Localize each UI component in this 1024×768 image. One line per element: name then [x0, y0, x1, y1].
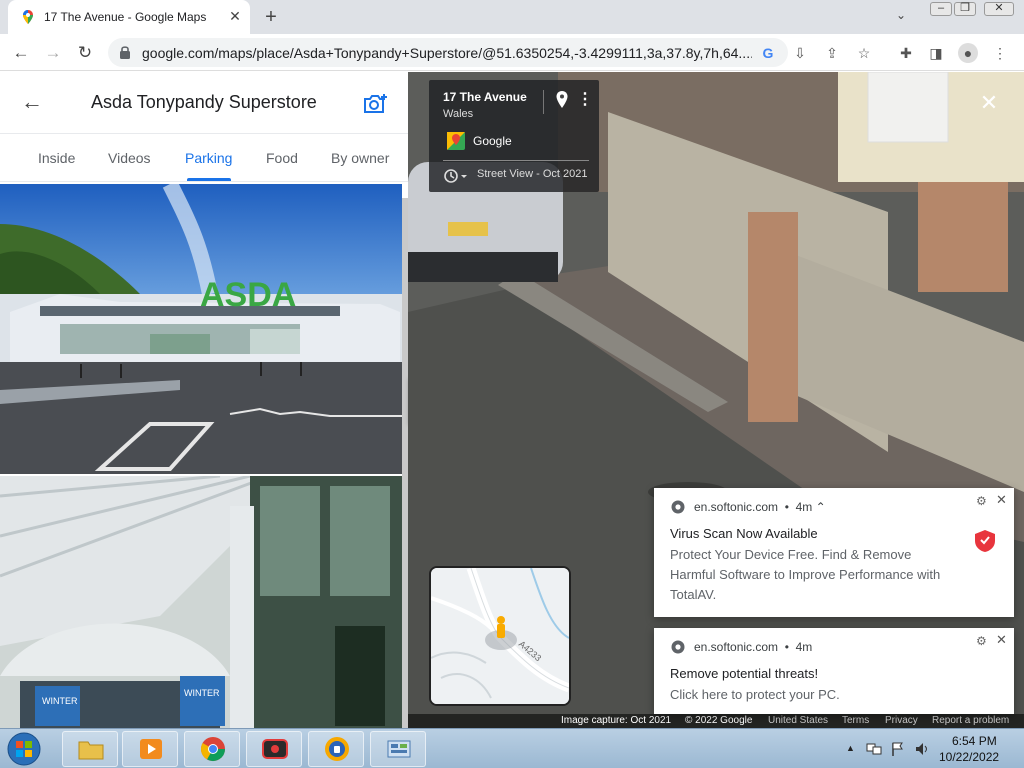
profile-avatar-icon[interactable]: ● — [958, 43, 978, 63]
place-title: Asda Tonypandy Superstore — [91, 92, 317, 112]
tab-food[interactable]: Food — [266, 150, 298, 166]
browser-tab[interactable]: 17 The Avenue - Google Maps ✕ — [8, 0, 250, 34]
browser-menu-icon[interactable]: ⋮ — [990, 43, 1010, 63]
location-pin-icon[interactable] — [555, 90, 569, 110]
media-player-icon — [140, 739, 162, 759]
notification-body: Click here to protect your PC. — [670, 687, 840, 702]
place-photos-panel: ← Asda Tonypandy Superstore Inside Video… — [0, 72, 408, 728]
taskbar-vpn-app[interactable] — [308, 731, 364, 767]
add-photo-icon[interactable] — [363, 92, 389, 116]
more-options-icon[interactable]: ⋮ — [577, 90, 593, 110]
street-view-info-card: 17 The Avenue Wales ⋮ Google Street View… — [429, 80, 599, 192]
notification-settings-icon[interactable]: ⚙ — [976, 634, 987, 648]
notification-settings-icon[interactable]: ⚙ — [976, 494, 987, 508]
extensions-icon[interactable]: ✚ — [896, 43, 916, 63]
volume-icon[interactable] — [914, 741, 930, 757]
photo-category-tabs: Inside Videos Parking Food By owner — [0, 134, 408, 182]
notification-source: en.softonic.com • 4m ⌃ — [694, 500, 826, 514]
back-icon[interactable]: ← — [10, 42, 32, 64]
chrome-icon — [671, 500, 685, 514]
notification-title: Remove potential threats! — [670, 666, 819, 681]
google-lens-icon[interactable]: G — [758, 43, 778, 63]
notification-close-icon[interactable]: ✕ — [996, 632, 1007, 648]
tab-search-chevron-icon[interactable]: ⌄ — [896, 8, 906, 22]
taskbar-media-player[interactable] — [122, 731, 178, 767]
panel-header: ← Asda Tonypandy Superstore — [0, 72, 408, 134]
tab-parking[interactable]: Parking — [185, 150, 232, 166]
privacy-link[interactable]: Privacy — [885, 715, 918, 726]
shield-icon — [975, 530, 995, 552]
close-street-view-icon[interactable]: ✕ — [978, 92, 1000, 114]
tab-inside[interactable]: Inside — [38, 150, 75, 166]
bookmark-star-icon[interactable]: ☆ — [854, 43, 874, 63]
install-icon[interactable]: ⇩ — [790, 43, 810, 63]
address-bar-row: ← → ↻ google.com/maps/place/Asda+Tonypan… — [0, 34, 1024, 71]
taskbar-screen-recorder[interactable] — [246, 731, 302, 767]
back-arrow-icon[interactable]: ← — [20, 90, 44, 114]
lock-icon — [120, 46, 130, 59]
winter-poster-right: WINTER — [184, 688, 220, 698]
asda-sign-text: ASDA — [200, 276, 296, 314]
clock-time[interactable]: 6:54 PM — [952, 734, 997, 748]
vpn-app-icon — [325, 737, 349, 761]
google-maps-logo-icon — [447, 132, 465, 150]
notification-close-icon[interactable]: ✕ — [996, 492, 1007, 508]
restore-window-button[interactable]: ❐ — [954, 2, 976, 16]
street-view-footer: Image capture: Oct 2021 © 2022 Google Un… — [408, 714, 1024, 728]
forward-icon[interactable]: → — [42, 42, 64, 64]
region-link[interactable]: United States — [768, 715, 828, 726]
tray-overflow-icon[interactable]: ▲ — [846, 743, 855, 753]
notification-body: Protect Your Device Free. Find & Remove … — [670, 547, 941, 602]
street-view-address[interactable]: 17 The Avenue — [443, 90, 527, 104]
active-tab-indicator — [187, 178, 231, 181]
network-icon[interactable] — [866, 741, 882, 757]
tab-videos[interactable]: Videos — [108, 150, 151, 166]
windows-taskbar: ▲ 6:54 PM 10/22/2022 — [0, 728, 1024, 768]
imagery-provider: Google — [473, 134, 512, 148]
parking-photo-entrance[interactable]: WINTER WINTER — [0, 476, 402, 728]
tab-close-icon[interactable]: ✕ — [226, 7, 244, 25]
new-tab-icon[interactable]: + — [260, 6, 282, 28]
notification-remove-threats[interactable]: en.softonic.com • 4m ⚙ ✕ Remove potentia… — [654, 628, 1014, 714]
taskbar-chrome[interactable] — [184, 731, 240, 767]
url-text[interactable]: google.com/maps/place/Asda+Tonypandy+Sup… — [142, 45, 752, 61]
taskbar-control-panel[interactable] — [370, 731, 426, 767]
image-capture-text: Image capture: Oct 2021 — [561, 715, 672, 726]
clock-date[interactable]: 10/22/2022 — [939, 750, 999, 764]
report-problem-link[interactable]: Report a problem — [932, 715, 1009, 726]
close-window-button[interactable]: ✕ — [984, 2, 1014, 16]
street-view-minimap[interactable]: A4233 — [429, 566, 571, 706]
chrome-browser-icon — [200, 737, 225, 762]
side-panel-icon[interactable]: ◨ — [926, 43, 946, 63]
minimize-window-button[interactable]: – — [930, 2, 952, 16]
parking-photo-storefront[interactable]: ASDA — [0, 184, 402, 474]
info-card-hdivider — [443, 160, 589, 161]
terms-link[interactable]: Terms — [842, 715, 869, 726]
screen-recorder-icon — [262, 739, 288, 759]
notification-virus-scan[interactable]: en.softonic.com • 4m ⌃ ⚙ ✕ Virus Scan No… — [654, 488, 1014, 617]
tab-by-owner[interactable]: By owner — [331, 150, 389, 166]
capture-date[interactable]: Street View - Oct 2021 — [477, 168, 587, 180]
info-card-divider — [543, 90, 544, 114]
winter-poster-left: WINTER — [42, 696, 78, 706]
taskbar-file-explorer[interactable] — [62, 731, 118, 767]
control-panel-icon — [387, 740, 411, 758]
share-icon[interactable]: ⇪ — [822, 43, 842, 63]
copyright-text: © 2022 Google — [685, 715, 753, 726]
start-button-icon[interactable] — [4, 730, 44, 768]
street-view-region: Wales — [443, 108, 474, 120]
reload-icon[interactable]: ↻ — [74, 42, 96, 64]
tab-title: 17 The Avenue - Google Maps — [44, 10, 207, 24]
folder-icon — [78, 741, 104, 760]
action-center-flag-icon[interactable] — [890, 741, 906, 757]
tab-strip: 17 The Avenue - Google Maps ✕ + ⌄ – ❐ ✕ — [0, 0, 1024, 34]
omnibox[interactable]: google.com/maps/place/Asda+Tonypandy+Sup… — [108, 38, 788, 67]
history-clock-icon[interactable] — [443, 168, 469, 184]
notification-title: Virus Scan Now Available — [670, 526, 818, 541]
chrome-icon — [671, 640, 685, 654]
google-maps-icon — [23, 10, 33, 24]
notification-source: en.softonic.com • 4m — [694, 640, 813, 654]
